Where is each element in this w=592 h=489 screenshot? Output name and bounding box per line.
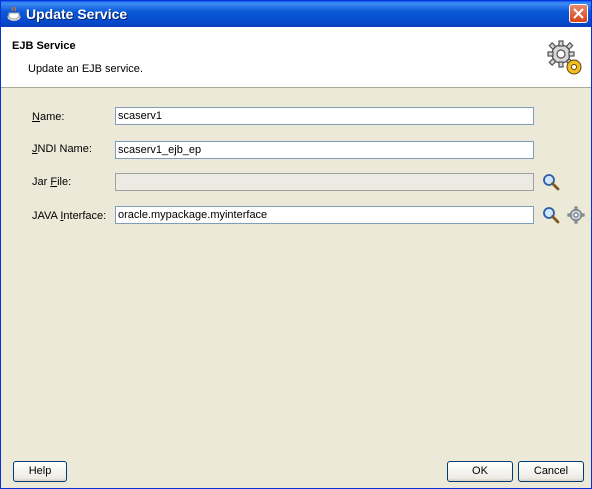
coffee-cup-icon (7, 6, 21, 21)
header-title: EJB Service (12, 40, 76, 52)
search-icon[interactable] (542, 206, 560, 224)
jndi-name-label: JNDI Name: (32, 143, 92, 155)
dialog-header: EJB Service Update an EJB service. (1, 27, 591, 88)
name-field[interactable] (115, 107, 534, 125)
name-label: Name: (32, 111, 65, 123)
ok-button[interactable]: OK (447, 461, 513, 482)
java-interface-label: JAVA Interface: (32, 210, 107, 222)
jar-file-label: Jar File: (32, 176, 72, 188)
header-description: Update an EJB service. (28, 63, 143, 75)
cancel-button[interactable]: Cancel (518, 461, 584, 482)
update-service-dialog: Update Service EJB Service Update an EJB… (0, 0, 592, 489)
title-bar[interactable]: Update Service (1, 1, 591, 27)
gears-icon (547, 40, 582, 75)
gear-icon[interactable] (567, 206, 585, 224)
close-icon (573, 8, 584, 19)
search-icon[interactable] (542, 173, 560, 191)
window-title: Update Service (26, 6, 128, 22)
help-button[interactable]: Help (13, 461, 67, 482)
jar-file-field (115, 173, 534, 191)
jndi-name-field[interactable] (115, 141, 534, 159)
java-interface-field[interactable] (115, 206, 534, 224)
close-button[interactable] (569, 4, 588, 23)
